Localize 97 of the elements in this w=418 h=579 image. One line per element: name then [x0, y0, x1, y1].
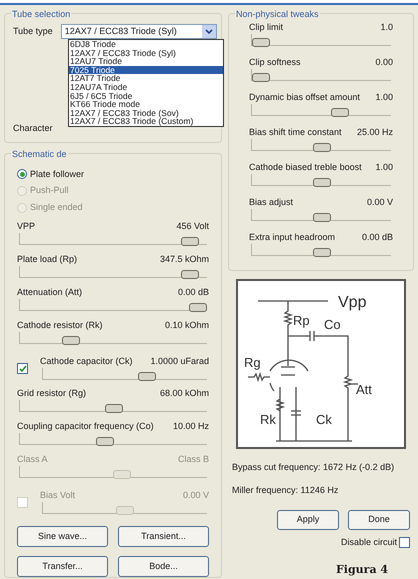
slider-value: 1.00: [375, 161, 393, 174]
slider-track[interactable]: [251, 34, 391, 46]
slider-thumb[interactable]: [312, 143, 330, 152]
slider-track[interactable]: [42, 368, 207, 380]
slider-value: 0.00: [375, 56, 393, 70]
slider-value: 0.00 dB: [362, 231, 393, 244]
slider-thumb[interactable]: [312, 213, 330, 222]
action-button[interactable]: Done: [348, 510, 410, 530]
circuit-label: Vpp: [338, 294, 366, 311]
slider-value: Class B: [178, 453, 209, 466]
slider-track[interactable]: [19, 233, 207, 246]
dropdown-option[interactable]: 12AX7 / ECC83 Triode (Syl): [69, 48, 223, 58]
checkbox[interactable]: [17, 363, 28, 374]
action-button[interactable]: Transfer...: [17, 556, 108, 578]
slider-track[interactable]: [251, 244, 391, 256]
slider-thumb[interactable]: [252, 38, 270, 47]
slider-thumb[interactable]: [180, 237, 199, 246]
slider-label: Plate load (Rp): [17, 253, 78, 266]
slider-thumb[interactable]: [96, 437, 114, 446]
field-label: Character: [13, 122, 53, 135]
slider-label: VPP: [17, 220, 36, 234]
circuit-label: Att: [356, 382, 372, 397]
figure-caption: Figura 4: [336, 562, 390, 578]
slider-thumb[interactable]: [180, 270, 199, 280]
slider-thumb[interactable]: [189, 303, 207, 312]
checkbox[interactable]: [399, 537, 410, 548]
circuit-label: Rg: [244, 355, 261, 370]
slider-value: 68.00 kOhm: [160, 387, 209, 400]
radio-label: Plate follower: [30, 168, 84, 181]
dropdown-option[interactable]: 6J5 / 6C5 Triode: [69, 92, 223, 100]
slider-label: Bias shift time constant: [249, 126, 342, 140]
slider-track[interactable]: [251, 139, 391, 151]
dropdown-option[interactable]: 7025 Triode: [69, 66, 223, 74]
tube-type-dropdown[interactable]: 12AX7 / ECC83 Triode (Syl): [60, 24, 217, 39]
slider-value: 1.0: [380, 21, 393, 34]
slider-label: Bias Volt: [40, 488, 76, 502]
dropdown-option[interactable]: 6DJ8 Triode: [69, 40, 223, 49]
slider-label: Grid resistor (Rg): [17, 387, 86, 400]
slider-value: 0.10 kOhm: [164, 319, 209, 332]
dropdown-option[interactable]: 12AU7A Triode: [69, 82, 223, 92]
slider-label: Cathode capacitor (Ck): [40, 354, 133, 368]
radio-label: Push-Pull: [30, 184, 69, 198]
action-button[interactable]: Transient...: [118, 526, 209, 548]
slider-label: Cathode resistor (Rk): [17, 319, 103, 332]
slider-thumb[interactable]: [252, 73, 270, 82]
circuit-label: Rp: [293, 313, 310, 328]
dropdown-option[interactable]: 12AT7 Triode: [69, 74, 223, 83]
slider-track[interactable]: [19, 299, 207, 312]
slider-label: Coupling capacitor frequency (Co): [17, 420, 154, 434]
radio-label: Single ended: [30, 200, 83, 214]
dropdown-option[interactable]: KT66 Triode mode: [69, 100, 223, 109]
slider-label: Cathode biased treble boost: [249, 161, 362, 174]
field-label: Tube type: [13, 24, 53, 38]
action-button[interactable]: Sine wave...: [17, 526, 108, 548]
slider-thumb[interactable]: [138, 372, 156, 381]
slider-label: Bias adjust: [249, 196, 294, 210]
slider-value: 1.00: [375, 91, 393, 104]
slider-track[interactable]: [251, 209, 391, 221]
slider-value: 25.00 Hz: [356, 126, 393, 140]
slider-thumb[interactable]: [104, 404, 122, 414]
circuit-label: Ck: [316, 412, 332, 427]
checkbox-label: Disable circuit: [340, 536, 397, 549]
action-button[interactable]: Apply: [277, 510, 339, 530]
circuit-label: Rk: [260, 412, 276, 427]
circuit-label: Co: [324, 317, 341, 332]
radio-button[interactable]: [17, 169, 27, 180]
slider-track[interactable]: [19, 400, 207, 412]
slider-track[interactable]: [251, 69, 391, 81]
slider-value: 0.00 V: [366, 196, 393, 210]
slider-value: 10.00 Hz: [172, 420, 209, 434]
info-text: Miller frequency: 11246 Hz: [232, 484, 340, 497]
slider-thumb[interactable]: [330, 108, 349, 117]
slider-value: 347.5 kOhm: [160, 253, 209, 266]
group-title: Non-physical tweaks: [235, 8, 320, 22]
slider-track[interactable]: [19, 332, 207, 344]
slider-track[interactable]: [251, 174, 391, 186]
slider-track[interactable]: [19, 433, 207, 446]
slider-label: Extra input headroom: [249, 231, 336, 244]
slider-label: Clip softness: [249, 56, 301, 70]
slider-value: 1.0000 uFarad: [150, 354, 209, 368]
slider-track[interactable]: [19, 266, 207, 278]
dropdown-option[interactable]: 12AX7 / ECC83 Triode (Custom): [69, 117, 223, 126]
slider-value: 0.00 dB: [178, 286, 209, 300]
slider-label: Class A: [17, 453, 48, 466]
info-text: Bypass cut frequency: 1672 Hz (-0.2 dB): [232, 461, 396, 474]
slider-value: 456 Volt: [176, 220, 209, 234]
dropdown-option[interactable]: 12AX7 / ECC83 Triode (Sov): [69, 108, 223, 118]
slider-label: Dynamic bias offset amount: [249, 91, 360, 104]
action-button[interactable]: Bode...: [118, 556, 209, 578]
slider-label: Clip limit: [249, 21, 284, 34]
slider-thumb[interactable]: [312, 178, 330, 187]
slider-thumb[interactable]: [312, 248, 330, 257]
slider-thumb[interactable]: [62, 336, 80, 346]
slider-label: Attenuation (Att): [17, 286, 82, 300]
slider-track[interactable]: [251, 104, 391, 116]
dropdown-option[interactable]: 12AU7 Triode: [69, 57, 223, 66]
slider-value: 0.00 V: [182, 488, 209, 502]
